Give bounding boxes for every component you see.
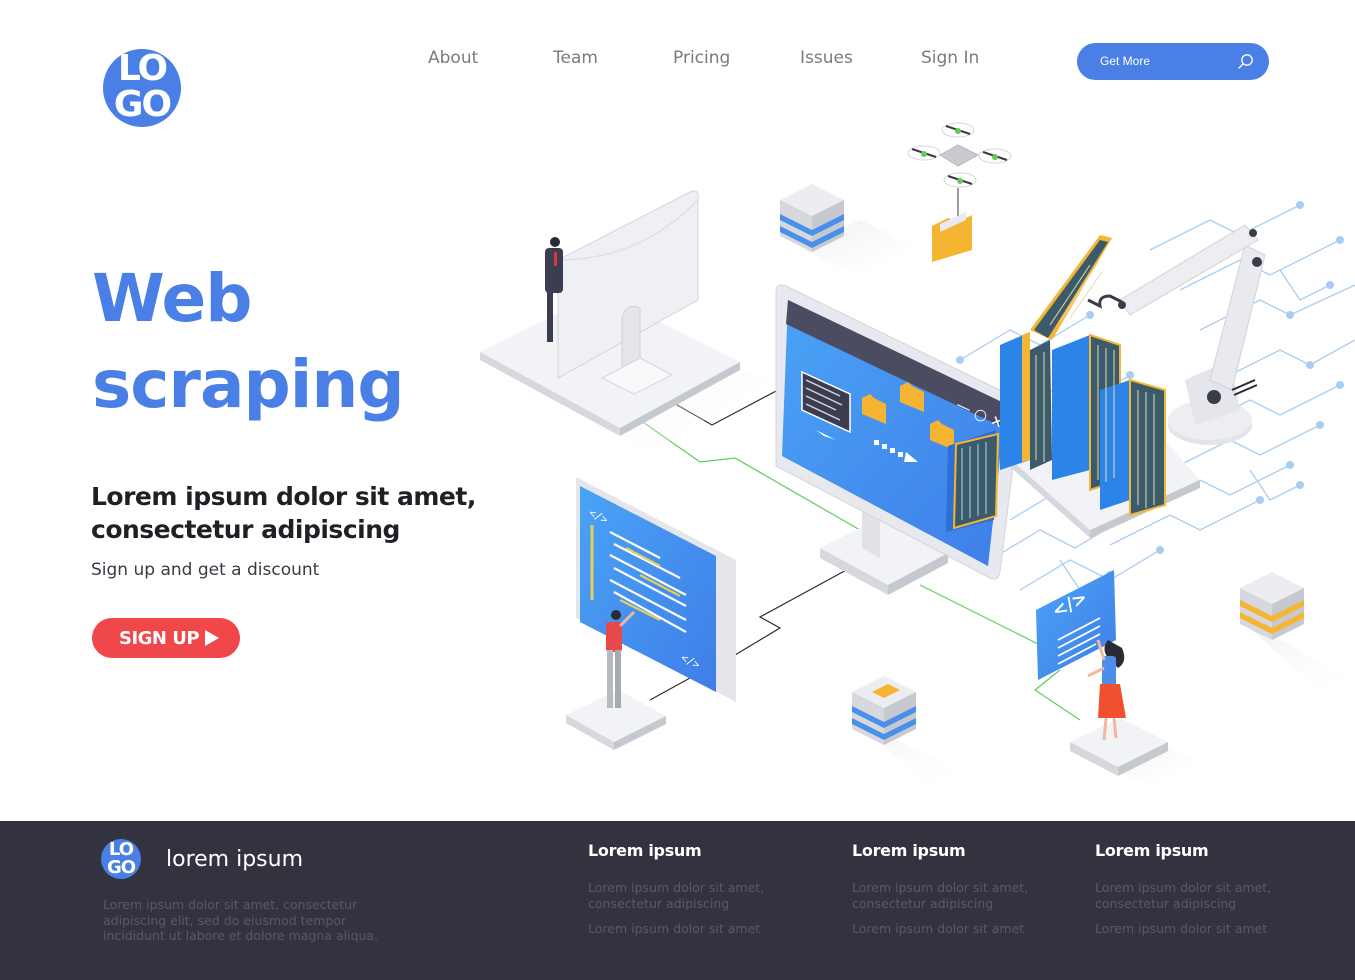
- footer-column: Lorem ipsum Lorem ipsum dolor sit amet, …: [852, 841, 1052, 947]
- get-more-search-button[interactable]: Get More: [1077, 43, 1269, 80]
- woman-platform: [1070, 718, 1198, 787]
- server-stack-yellow: [1240, 572, 1355, 690]
- footer-link[interactable]: Lorem ipsum dolor sit amet, consectetur …: [588, 880, 773, 911]
- footer-description: Lorem ipsum dolor sit amet, consectetur …: [103, 897, 379, 943]
- nav-issues[interactable]: Issues: [800, 48, 853, 68]
- sign-up-button[interactable]: SIGN UP: [92, 618, 240, 658]
- play-icon: [205, 630, 219, 646]
- footer-link[interactable]: Lorem ipsum dolor sit amet, consectetur …: [852, 880, 1037, 911]
- footer-logo[interactable]: LO GO: [101, 839, 141, 879]
- main-monitor: — ○ ✕: [775, 284, 1021, 595]
- footer-column: Lorem ipsum Lorem ipsum dolor sit amet, …: [1095, 841, 1295, 947]
- web-scraping-illustration: — ○ ✕ </> </> </>: [480, 122, 1355, 787]
- hero-title: Web scraping: [92, 256, 472, 428]
- footer-column-heading: Lorem ipsum: [588, 841, 702, 860]
- hero-note: Sign up and get a discount: [91, 560, 320, 580]
- logo-text-top: LO: [117, 49, 168, 89]
- get-more-label: Get More: [1100, 54, 1151, 68]
- hero-title-line-1: Web: [92, 260, 252, 337]
- footer-column-heading: Lorem ipsum: [1095, 841, 1209, 860]
- code-monitor: </> </>: [566, 477, 736, 750]
- footer-link[interactable]: Lorem ipsum dolor sit amet: [852, 921, 1037, 937]
- nav-sign-in[interactable]: Sign In: [921, 48, 979, 68]
- footer-logo-text-bottom: GO: [106, 857, 136, 878]
- footer-column: Lorem ipsum Lorem ipsum dolor sit amet, …: [588, 841, 788, 947]
- hero-subtitle-line-1: Lorem ipsum dolor sit amet,: [91, 482, 476, 511]
- hero-subtitle-line-2: consectetur adipiscing: [91, 515, 400, 544]
- footer-brand-name: lorem ipsum: [166, 847, 304, 872]
- logo[interactable]: LO GO: [103, 49, 181, 127]
- folder-icon: [932, 212, 972, 262]
- search-icon: [1238, 54, 1253, 69]
- hero-title-line-2: scraping: [92, 346, 405, 423]
- footer-link[interactable]: Lorem ipsum dolor sit amet: [588, 921, 773, 937]
- footer-link[interactable]: Lorem ipsum dolor sit amet, consectetur …: [1095, 880, 1280, 911]
- server-stack-box: [852, 676, 960, 786]
- nav-about[interactable]: About: [428, 48, 478, 68]
- sign-up-label: SIGN UP: [119, 628, 200, 649]
- nav-pricing[interactable]: Pricing: [673, 48, 730, 68]
- logo-text-bottom: GO: [113, 84, 172, 125]
- footer: LO GO lorem ipsum Lorem ipsum dolor sit …: [0, 821, 1355, 980]
- footer-link[interactable]: Lorem ipsum dolor sit amet: [1095, 921, 1280, 937]
- nav-team[interactable]: Team: [553, 48, 598, 68]
- footer-column-heading: Lorem ipsum: [852, 841, 966, 860]
- server-stack-blue: [780, 184, 915, 276]
- mini-server-rack: [946, 430, 1000, 532]
- hero-subtitle: Lorem ipsum dolor sit amet, consectetur …: [91, 480, 491, 546]
